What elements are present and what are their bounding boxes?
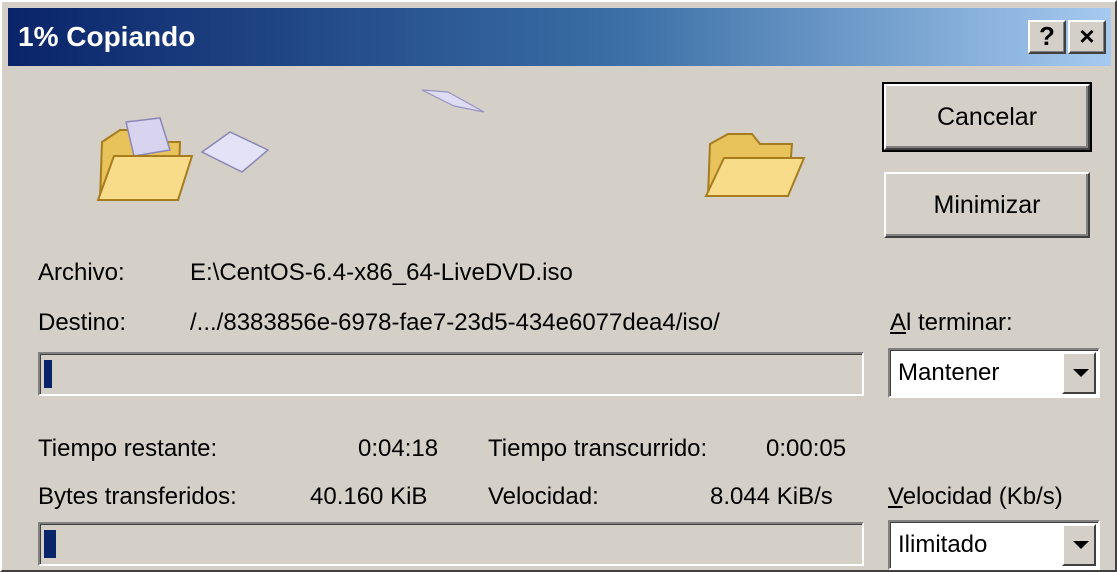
- remaining-time-value: 0:04:18: [358, 435, 439, 462]
- speed-limit-label-accel: V: [888, 483, 903, 510]
- title-bar[interactable]: 1% Copiando ? ×: [8, 8, 1111, 66]
- window-title: 1% Copiando: [18, 21, 196, 52]
- destination-path: /.../8383856e-6978-fae7-23d5-434e6077dea…: [190, 309, 720, 336]
- speed-limit-label: Velocidad (Kb/s): [888, 482, 1063, 512]
- file-path: E:\CentOS-6.4-x86_64-LiveDVD.iso: [190, 259, 573, 286]
- flying-document-icon: [200, 89, 485, 173]
- destination-label: Destino:: [38, 309, 127, 336]
- file-label: Archivo:: [38, 259, 125, 286]
- elapsed-time-label: Tiempo transcurrido:: [488, 435, 708, 462]
- minimize-button[interactable]: Minimizar: [884, 172, 1090, 238]
- on-finish-label-rest: l terminar:: [906, 309, 1013, 336]
- copy-dialog: 1% Copiando ? × Cancelar Minimizar Archi…: [0, 0, 1117, 572]
- remaining-time-label: Tiempo restante:: [38, 435, 218, 462]
- elapsed-time-value: 0:00:05: [766, 435, 847, 462]
- file-progress-fill: [44, 360, 52, 388]
- on-finish-select[interactable]: Mantener: [888, 348, 1100, 398]
- close-button[interactable]: ×: [1068, 20, 1106, 54]
- total-progress-bar: [38, 522, 864, 566]
- speed-limit-select[interactable]: Ilimitado: [888, 520, 1100, 570]
- cancel-button[interactable]: Cancelar: [882, 82, 1092, 152]
- total-progress-fill: [44, 530, 56, 558]
- copy-animation: [96, 89, 806, 201]
- on-finish-label-accel: A: [890, 309, 907, 336]
- on-finish-label: Al terminar:: [890, 308, 1013, 338]
- file-progress-bar: [38, 352, 864, 396]
- speed-limit-selected: Ilimitado: [898, 531, 988, 558]
- chevron-down-icon[interactable]: [1062, 352, 1096, 394]
- help-button[interactable]: ?: [1028, 20, 1066, 54]
- speed-limit-label-rest: elocidad (Kb/s): [902, 483, 1063, 510]
- chevron-down-icon[interactable]: [1062, 524, 1096, 566]
- source-folder-icon: [96, 117, 194, 201]
- speed-label: Velocidad:: [488, 483, 599, 510]
- bytes-transferred-value: 40.160 KiB: [310, 483, 428, 510]
- on-finish-selected: Mantener: [898, 359, 1000, 386]
- destination-folder-icon: [704, 133, 806, 197]
- speed-value: 8.044 KiB/s: [710, 483, 833, 510]
- bytes-transferred-label: Bytes transferidos:: [38, 483, 237, 510]
